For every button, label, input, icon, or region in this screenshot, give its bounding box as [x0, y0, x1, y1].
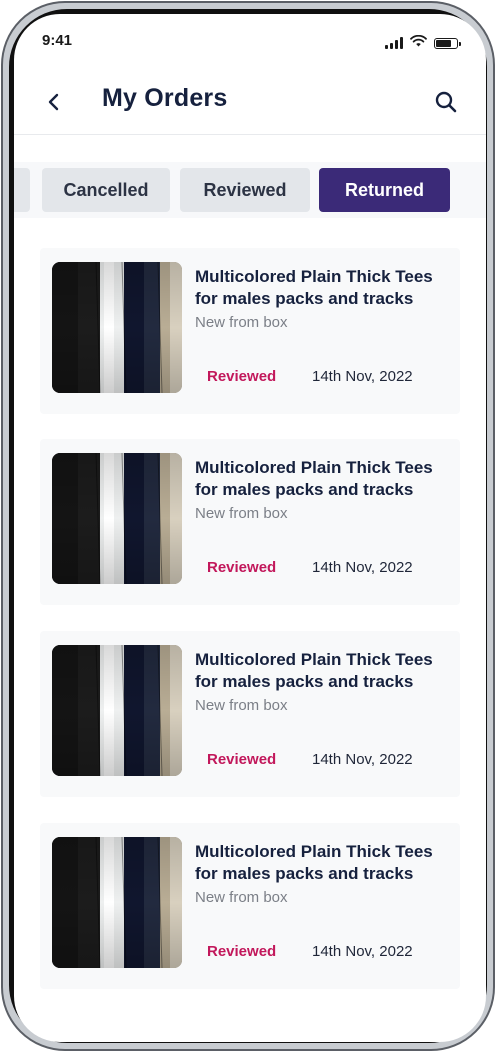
product-image: [52, 837, 182, 968]
status-time: 9:41: [42, 32, 73, 49]
tab-cancelled[interactable]: Cancelled: [42, 168, 170, 212]
order-card[interactable]: Multicolored Plain Thick Tees for males …: [40, 631, 460, 797]
order-subtitle: New from box: [195, 314, 288, 331]
tab-label: Cancelled: [63, 179, 149, 200]
wifi-icon: [410, 34, 427, 52]
order-date: 14th Nov, 2022: [312, 943, 413, 960]
order-subtitle: New from box: [195, 505, 288, 522]
product-image: [52, 262, 182, 393]
order-card[interactable]: Multicolored Plain Thick Tees for males …: [40, 248, 460, 414]
order-date: 14th Nov, 2022: [312, 368, 413, 385]
order-title: Multicolored Plain Thick Tees for males …: [195, 650, 433, 691]
order-card[interactable]: Multicolored Plain Thick Tees for males …: [40, 823, 460, 989]
order-title: Multicolored Plain Thick Tees for males …: [195, 842, 433, 883]
product-image: [52, 453, 182, 584]
header: My Orders: [14, 78, 486, 135]
order-card[interactable]: Multicolored Plain Thick Tees for males …: [40, 439, 460, 605]
order-status: Reviewed: [207, 943, 277, 960]
battery-icon: [434, 37, 461, 49]
page-title: My Orders: [102, 84, 228, 112]
cellular-signal-icon: [385, 37, 403, 49]
order-title: Multicolored Plain Thick Tees for males …: [195, 267, 433, 308]
back-button[interactable]: [40, 88, 68, 116]
chevron-left-icon: [48, 93, 59, 111]
status-bar: 9:41: [14, 14, 486, 70]
app-screen: 9:41 My Orders Cancelled Reviewed Return…: [14, 14, 486, 1042]
order-subtitle: New from box: [195, 889, 288, 906]
tab-reviewed[interactable]: Reviewed: [180, 168, 310, 212]
tab-label: Reviewed: [203, 179, 287, 200]
product-image: [52, 645, 182, 776]
order-filter-tabs: Cancelled Reviewed Returned: [14, 162, 486, 218]
order-date: 14th Nov, 2022: [312, 751, 413, 768]
order-status: Reviewed: [207, 751, 277, 768]
status-icons: [385, 34, 461, 52]
search-icon: [435, 91, 457, 113]
order-date: 14th Nov, 2022: [312, 559, 413, 576]
order-subtitle: New from box: [195, 697, 288, 714]
order-status: Reviewed: [207, 559, 277, 576]
order-title: Multicolored Plain Thick Tees for males …: [195, 458, 433, 499]
search-button[interactable]: [432, 88, 460, 116]
tab-partial[interactable]: [14, 168, 30, 212]
tab-label: Returned: [344, 179, 424, 200]
tab-returned[interactable]: Returned: [319, 168, 450, 212]
order-status: Reviewed: [207, 368, 277, 385]
